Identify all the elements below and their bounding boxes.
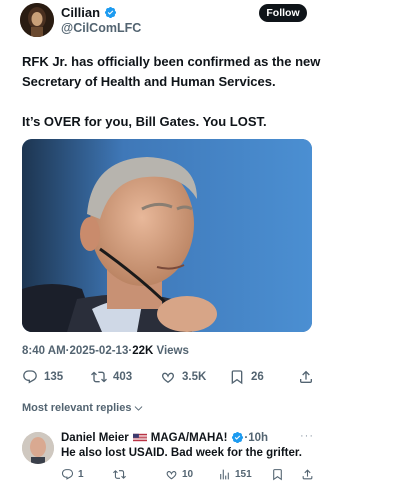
bookmark-icon: [273, 469, 282, 481]
share-icon: [300, 370, 312, 383]
post-actions: 135 403 3.5K 26: [22, 369, 317, 391]
share-icon: [302, 469, 313, 480]
verified-badge-icon: [104, 6, 117, 19]
author-name[interactable]: Cillian: [61, 5, 100, 21]
post-date[interactable]: 2025-02-13: [70, 345, 129, 357]
verified-badge-icon: [232, 431, 244, 444]
views-label: Views: [156, 345, 189, 357]
post-time[interactable]: 8:40 AM: [22, 345, 66, 357]
reply-item[interactable]: Daniel Meier MAGA/MAHA! ·10h ··· He also…: [22, 430, 322, 490]
replies-sort-label: Most relevant replies: [22, 402, 132, 414]
author-avatar[interactable]: [20, 3, 54, 37]
views-icon: [220, 469, 229, 480]
reply-icon: [61, 469, 74, 480]
reply-reply-button[interactable]: 1: [61, 468, 84, 481]
reply-author-name[interactable]: Daniel Meier: [61, 432, 129, 444]
reply-avatar[interactable]: [22, 432, 54, 464]
reply-actions: 1 10 151: [61, 468, 313, 484]
reply-like-button[interactable]: 10: [165, 468, 193, 481]
reply-views-button[interactable]: 151: [218, 468, 252, 481]
author-info: Cillian @CilComLFC: [61, 5, 141, 36]
views-count: 22K: [132, 345, 154, 357]
reply-author-tag: MAGA/MAHA!: [150, 431, 228, 444]
reply-text: He also lost USAID. Bad week for the gri…: [61, 447, 302, 459]
bookmark-button[interactable]: 26: [229, 369, 264, 385]
reply-repost-button[interactable]: [113, 468, 130, 481]
repost-icon: [113, 470, 126, 479]
post-meta: 8:40 AM·2025-02-13·22K Views: [22, 345, 189, 357]
post-image[interactable]: [22, 139, 312, 332]
reply-views-count: 151: [235, 469, 252, 480]
reply-bookmark-button[interactable]: [271, 468, 288, 481]
repost-count: 403: [113, 371, 133, 383]
share-button[interactable]: [298, 369, 320, 385]
reply-icon: [23, 370, 37, 384]
reply-reply-count: 1: [78, 469, 84, 480]
replies-sort-dropdown[interactable]: Most relevant replies: [22, 402, 144, 414]
like-button[interactable]: 3.5K: [160, 369, 206, 385]
chevron-down-icon: [135, 405, 143, 411]
like-count: 3.5K: [182, 371, 207, 383]
post-text-line: RFK Jr. has officially been confirmed as…: [22, 54, 321, 89]
follow-button[interactable]: Follow: [259, 4, 307, 22]
reply-share-button[interactable]: [301, 468, 318, 481]
post-text-line: It’s OVER for you, Bill Gates. You LOST.: [22, 114, 267, 129]
reply-time[interactable]: ·10h: [244, 432, 268, 444]
like-icon: [166, 470, 177, 480]
bookmark-count: 26: [251, 371, 264, 383]
us-flag-icon: [132, 433, 147, 442]
post-text: RFK Jr. has officially been confirmed as…: [22, 52, 362, 152]
reply-button[interactable]: 135: [22, 369, 63, 385]
reply-count: 135: [44, 371, 64, 383]
more-icon[interactable]: ···: [300, 430, 314, 442]
bookmark-icon: [231, 370, 243, 385]
like-icon: [162, 372, 174, 383]
reply-header: Daniel Meier MAGA/MAHA! ·10h: [61, 431, 268, 444]
repost-icon: [91, 371, 107, 383]
author-handle[interactable]: @CilComLFC: [61, 21, 141, 36]
repost-button[interactable]: 403: [91, 369, 132, 385]
reply-like-count: 10: [182, 469, 194, 480]
